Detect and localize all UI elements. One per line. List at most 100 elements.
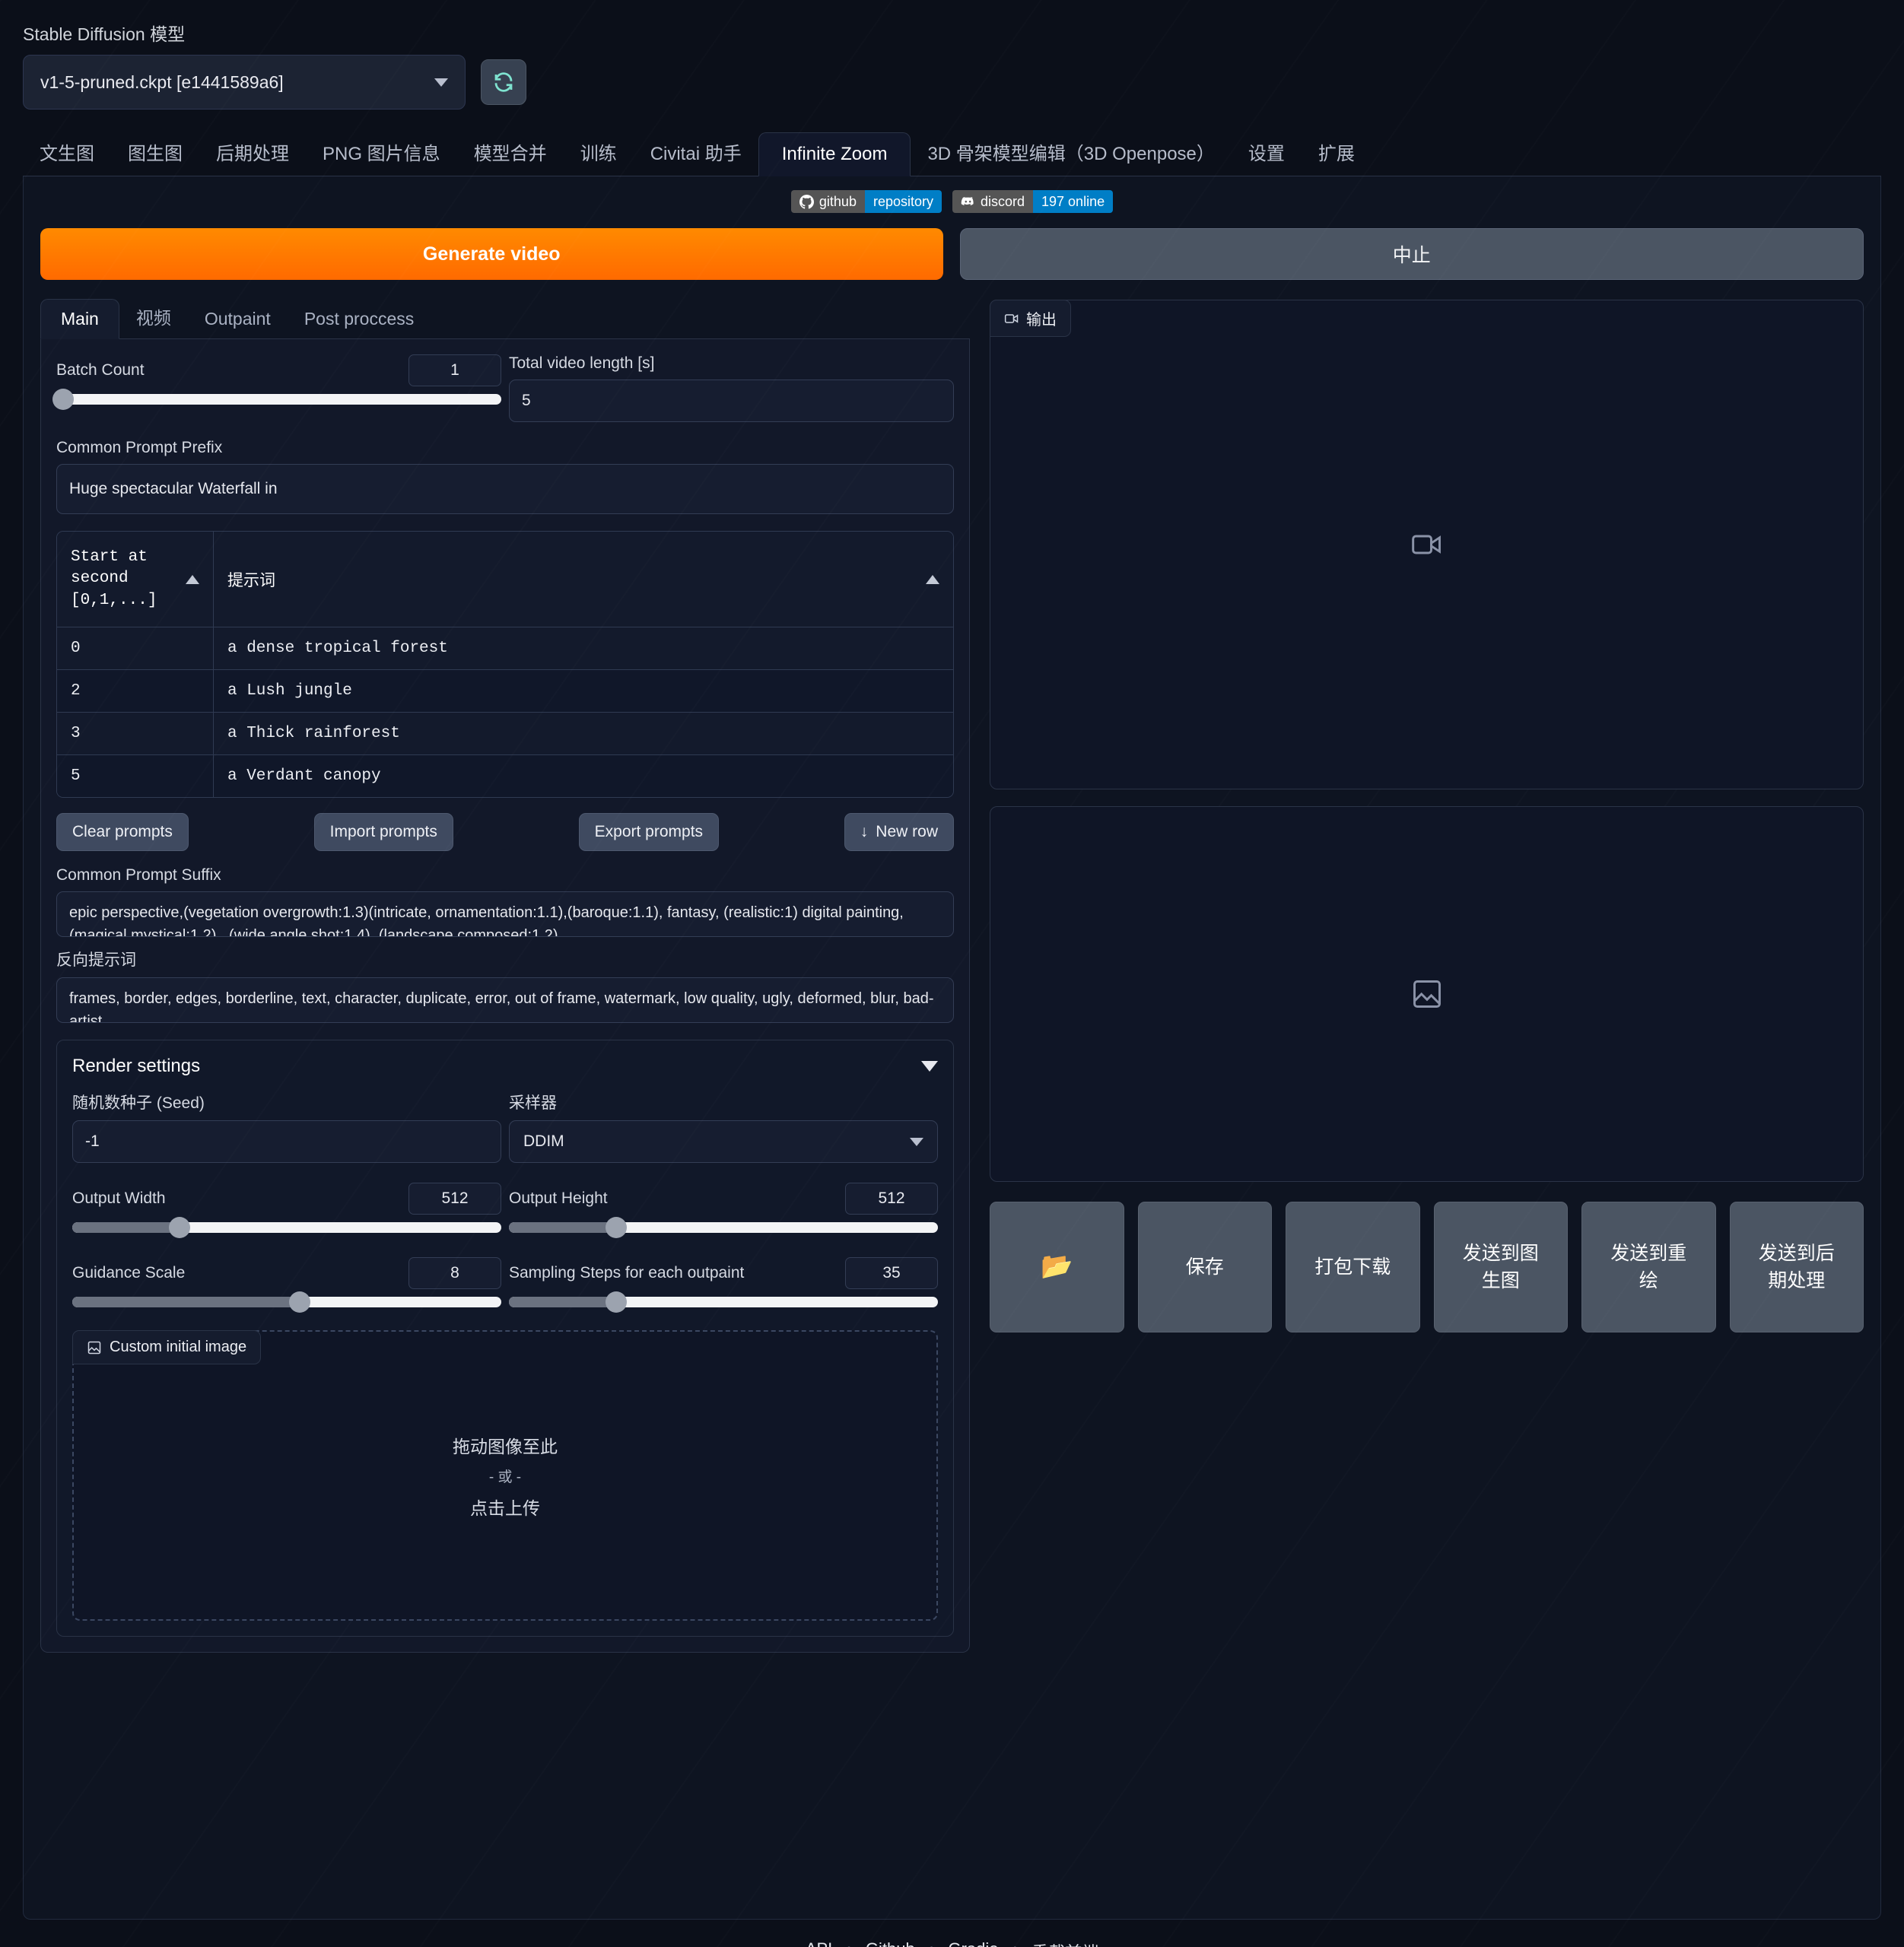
- footer-link-1[interactable]: Github: [866, 1939, 915, 1947]
- cell-prompt[interactable]: a Verdant canopy: [214, 755, 953, 797]
- two-column-layout: Main 视频 Outpaint Post proccess Batch Count …: [40, 299, 1864, 1653]
- refresh-model-button[interactable]: [481, 59, 526, 105]
- right-column: 输出 📂 保存 打包下载 发送到图生图 发送到重绘 发送到后期处理: [990, 300, 1864, 1653]
- table-row[interactable]: 0a dense tropical forest: [57, 627, 953, 671]
- output-action-button-2[interactable]: 打包下载: [1286, 1202, 1420, 1332]
- prefix-input[interactable]: Huge spectacular Waterfall in: [56, 464, 954, 514]
- cell-prompt[interactable]: a Thick rainforest: [214, 713, 953, 754]
- footer-separator: •: [929, 1939, 935, 1947]
- guidance-scale-value[interactable]: 8: [408, 1257, 501, 1290]
- table-row[interactable]: 2a Lush jungle: [57, 670, 953, 713]
- output-height-slider[interactable]: [509, 1217, 938, 1239]
- sampling-steps-value[interactable]: 35: [845, 1257, 938, 1290]
- tab-0[interactable]: 文生图: [23, 138, 111, 176]
- output-width-value[interactable]: 512: [408, 1183, 501, 1215]
- output-height-value[interactable]: 512: [845, 1183, 938, 1215]
- slider-knob[interactable]: [606, 1217, 627, 1239]
- cell-second[interactable]: 5: [57, 755, 214, 798]
- output-width-slider[interactable]: [72, 1217, 501, 1239]
- guidance-scale-slider[interactable]: [72, 1291, 501, 1313]
- tab-8[interactable]: 3D 骨架模型编辑（3D Openpose）: [911, 138, 1231, 176]
- import-prompts-button[interactable]: Import prompts: [313, 813, 453, 852]
- render-settings-accordion: Render settings 随机数种子 (Seed) -1 采样器 DDIM: [56, 1040, 954, 1637]
- badge-left-label: github: [818, 193, 857, 209]
- negative-group: 反向提示词 frames, border, edges, borderline,…: [56, 948, 954, 1024]
- output-action-button-1[interactable]: 保存: [1137, 1202, 1272, 1332]
- tab-2[interactable]: 后期处理: [199, 138, 306, 176]
- new-row-button[interactable]: ↓ New row: [844, 813, 954, 852]
- output-action-button-5[interactable]: 发送到后期处理: [1729, 1202, 1864, 1332]
- sampling-steps-slider[interactable]: [509, 1291, 938, 1313]
- footer-link-0[interactable]: API: [806, 1939, 832, 1947]
- slider-knob[interactable]: [606, 1291, 627, 1313]
- output-width-group: Output Width 512: [72, 1183, 501, 1239]
- prefix-label: Common Prompt Prefix: [56, 439, 223, 456]
- table-header-prompt[interactable]: 提示词: [214, 532, 953, 627]
- footer-link-3[interactable]: 重载前端: [1031, 1939, 1098, 1947]
- negative-textarea[interactable]: frames, border, edges, borderline, text,…: [56, 977, 954, 1024]
- total-length-input[interactable]: 5: [509, 380, 954, 422]
- badge-left: github: [790, 190, 865, 213]
- cell-prompt[interactable]: a Lush jungle: [214, 670, 953, 712]
- cell-second[interactable]: 3: [57, 713, 214, 755]
- sampler-select[interactable]: DDIM: [509, 1120, 938, 1164]
- chevron-down-icon[interactable]: [921, 1061, 938, 1072]
- inner-tab-0[interactable]: Main: [40, 299, 119, 339]
- tab-3[interactable]: PNG 图片信息: [306, 138, 457, 176]
- badge-left: discord: [952, 190, 1034, 213]
- tab-6[interactable]: Civitai 助手: [634, 138, 758, 176]
- chevron-down-icon: [434, 78, 448, 87]
- sort-ascending-icon: [926, 574, 939, 584]
- clear-prompts-button[interactable]: Clear prompts: [56, 813, 189, 852]
- output-action-button-3[interactable]: 发送到图生图: [1433, 1202, 1568, 1332]
- slider-fill: [509, 1297, 616, 1308]
- open-folder-button[interactable]: 📂: [990, 1202, 1124, 1332]
- custom-initial-image-dropzone[interactable]: Custom initial image 拖动图像至此 - 或 - 点击上传: [72, 1330, 938, 1621]
- table-header-second[interactable]: Start at second [0,1,...]: [57, 532, 214, 627]
- top-bar: Stable Diffusion 模型 v1-5-pruned.ckpt [e1…: [0, 0, 1904, 110]
- abort-button[interactable]: 中止: [959, 228, 1864, 280]
- video-output-box: 输出: [990, 300, 1864, 789]
- dropzone-line3[interactable]: 点击上传: [470, 1494, 540, 1520]
- table-row[interactable]: 5a Verdant canopy: [57, 755, 953, 798]
- slider-knob[interactable]: [288, 1291, 310, 1313]
- inner-tab-2[interactable]: Outpaint: [188, 309, 288, 338]
- cell-second[interactable]: 0: [57, 627, 214, 670]
- model-select[interactable]: v1-5-pruned.ckpt [e1441589a6]: [23, 55, 466, 110]
- suffix-textarea[interactable]: epic perspective,(vegetation overgrowth:…: [56, 891, 954, 938]
- tab-9[interactable]: 设置: [1232, 138, 1302, 176]
- seed-sampler-row: 随机数种子 (Seed) -1 采样器 DDIM: [72, 1091, 938, 1164]
- cell-second[interactable]: 2: [57, 670, 214, 713]
- batch-count-slider[interactable]: [52, 389, 501, 410]
- batch-count-value[interactable]: 1: [408, 354, 501, 386]
- dropzone-text: 拖动图像至此 - 或 - 点击上传: [74, 1332, 936, 1619]
- footer-link-2[interactable]: Gradio: [948, 1939, 998, 1947]
- tab-10[interactable]: 扩展: [1302, 138, 1372, 176]
- dropzone-line1: 拖动图像至此: [453, 1436, 558, 1456]
- table-body: 0a dense tropical forest 2 a Lush jungle 3 a…: [57, 627, 953, 798]
- output-action-button-4[interactable]: 发送到重绘: [1581, 1202, 1716, 1332]
- slider-knob[interactable]: [52, 389, 74, 410]
- generate-video-button[interactable]: Generate video: [40, 228, 943, 280]
- tab-7[interactable]: Infinite Zoom: [758, 132, 911, 176]
- batch-count-group: Batch Count 1: [52, 354, 501, 422]
- slider-fill: [509, 1222, 616, 1234]
- table-row[interactable]: 3a Thick rainforest: [57, 713, 953, 756]
- output-height-group: Output Height 512: [509, 1183, 938, 1239]
- slider-knob[interactable]: [169, 1217, 190, 1239]
- tab-5[interactable]: 训练: [564, 138, 634, 176]
- badge-github[interactable]: github repository: [790, 190, 942, 213]
- export-prompts-button[interactable]: Export prompts: [578, 813, 720, 852]
- tab-4[interactable]: 模型合并: [457, 138, 564, 176]
- seed-label: 随机数种子 (Seed): [72, 1094, 205, 1113]
- seed-input[interactable]: -1: [72, 1120, 501, 1164]
- badge-discord[interactable]: discord 197 online: [952, 190, 1114, 213]
- inner-tab-1[interactable]: 视频: [119, 303, 188, 338]
- footer-separator: •: [846, 1939, 852, 1947]
- sampling-steps-header: Sampling Steps for each outpaint 35: [509, 1257, 938, 1290]
- tab-1[interactable]: 图生图: [111, 138, 199, 176]
- cell-prompt[interactable]: a dense tropical forest: [214, 627, 953, 669]
- render-settings-header[interactable]: Render settings: [72, 1056, 938, 1077]
- guidance-scale-label: Guidance Scale: [72, 1264, 186, 1282]
- inner-tab-3[interactable]: Post proccess: [288, 309, 431, 338]
